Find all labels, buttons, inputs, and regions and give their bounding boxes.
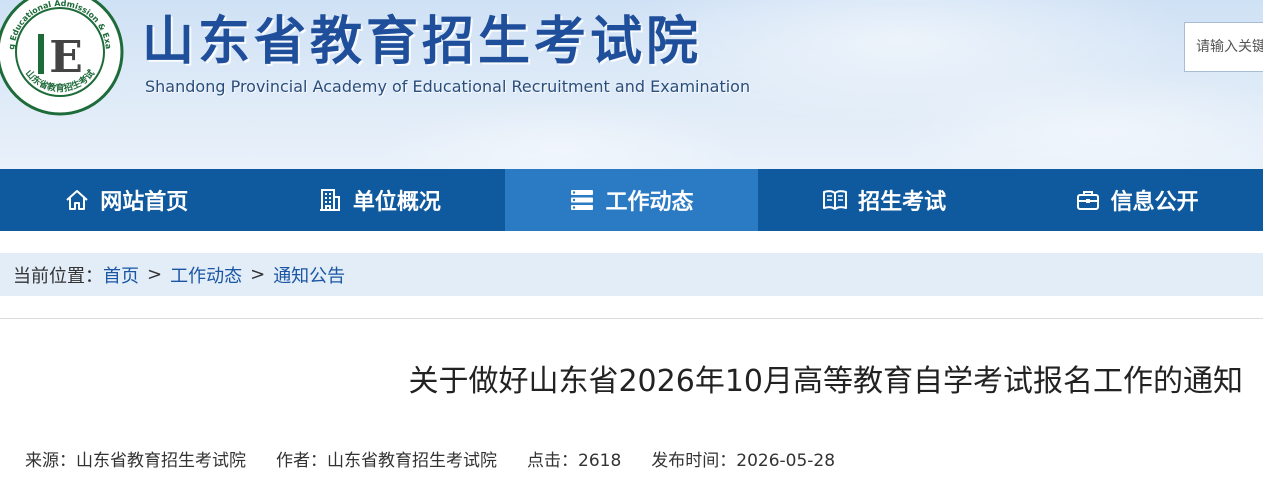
nav-item-label: 网站首页	[100, 190, 189, 215]
breadcrumb-prefix: 当前位置：	[13, 265, 103, 287]
nav-item-label: 招生考试	[858, 190, 947, 215]
academy-seal-logo[interactable]: Shandong Educational Admission & Examina…	[0, 0, 126, 118]
breadcrumb-separator: >	[250, 264, 266, 285]
book-icon	[822, 187, 848, 213]
nav-item-news[interactable]: 工作动态	[505, 169, 758, 231]
content-divider	[0, 318, 1263, 319]
building-icon	[317, 187, 343, 213]
nav-item-home[interactable]: 网站首页	[0, 169, 253, 231]
site-header: Shandong Educational Admission & Examina…	[0, 0, 1263, 169]
nav-item-label: 信息公开	[1110, 190, 1199, 215]
nav-item-about[interactable]: 单位概况	[253, 169, 506, 231]
article-published: 发布时间：2026-05-28	[651, 451, 836, 471]
site-title: 山东省教育招生考试院	[142, 12, 703, 72]
article-title: 关于做好山东省2026年10月高等教育自学考试报名工作的通知	[408, 364, 1243, 399]
article-meta: 来源：山东省教育招生考试院 作者：山东省教育招生考试院 点击：2618 发布时间…	[25, 446, 865, 471]
seal-letter: E	[49, 32, 83, 83]
article-clicks: 点击：2618	[527, 451, 622, 471]
main-nav: 网站首页 单位概况 工作动态 招生考试 信息公开	[0, 169, 1263, 231]
breadcrumb-link-news[interactable]: 工作动态	[170, 262, 242, 288]
nav-item-disclosure[interactable]: 信息公开	[1010, 169, 1263, 231]
article-author: 作者：山东省教育招生考试院	[276, 451, 497, 471]
briefcase-icon	[1075, 187, 1101, 213]
home-icon	[64, 187, 90, 213]
article-source: 来源：山东省教育招生考试院	[25, 451, 246, 471]
nav-item-label: 工作动态	[605, 190, 694, 215]
search-input[interactable]	[1184, 22, 1263, 72]
breadcrumb-link-home[interactable]: 首页	[103, 262, 139, 288]
breadcrumb: 当前位置： 首页 > 工作动态 > 通知公告	[0, 253, 1263, 296]
site-subtitle: Shandong Provincial Academy of Education…	[145, 77, 751, 96]
breadcrumb-separator: >	[147, 264, 163, 285]
nav-item-exam[interactable]: 招生考试	[758, 169, 1011, 231]
nav-item-label: 单位概况	[352, 190, 441, 215]
breadcrumb-link-notices[interactable]: 通知公告	[273, 262, 345, 288]
list-icon	[569, 187, 595, 213]
